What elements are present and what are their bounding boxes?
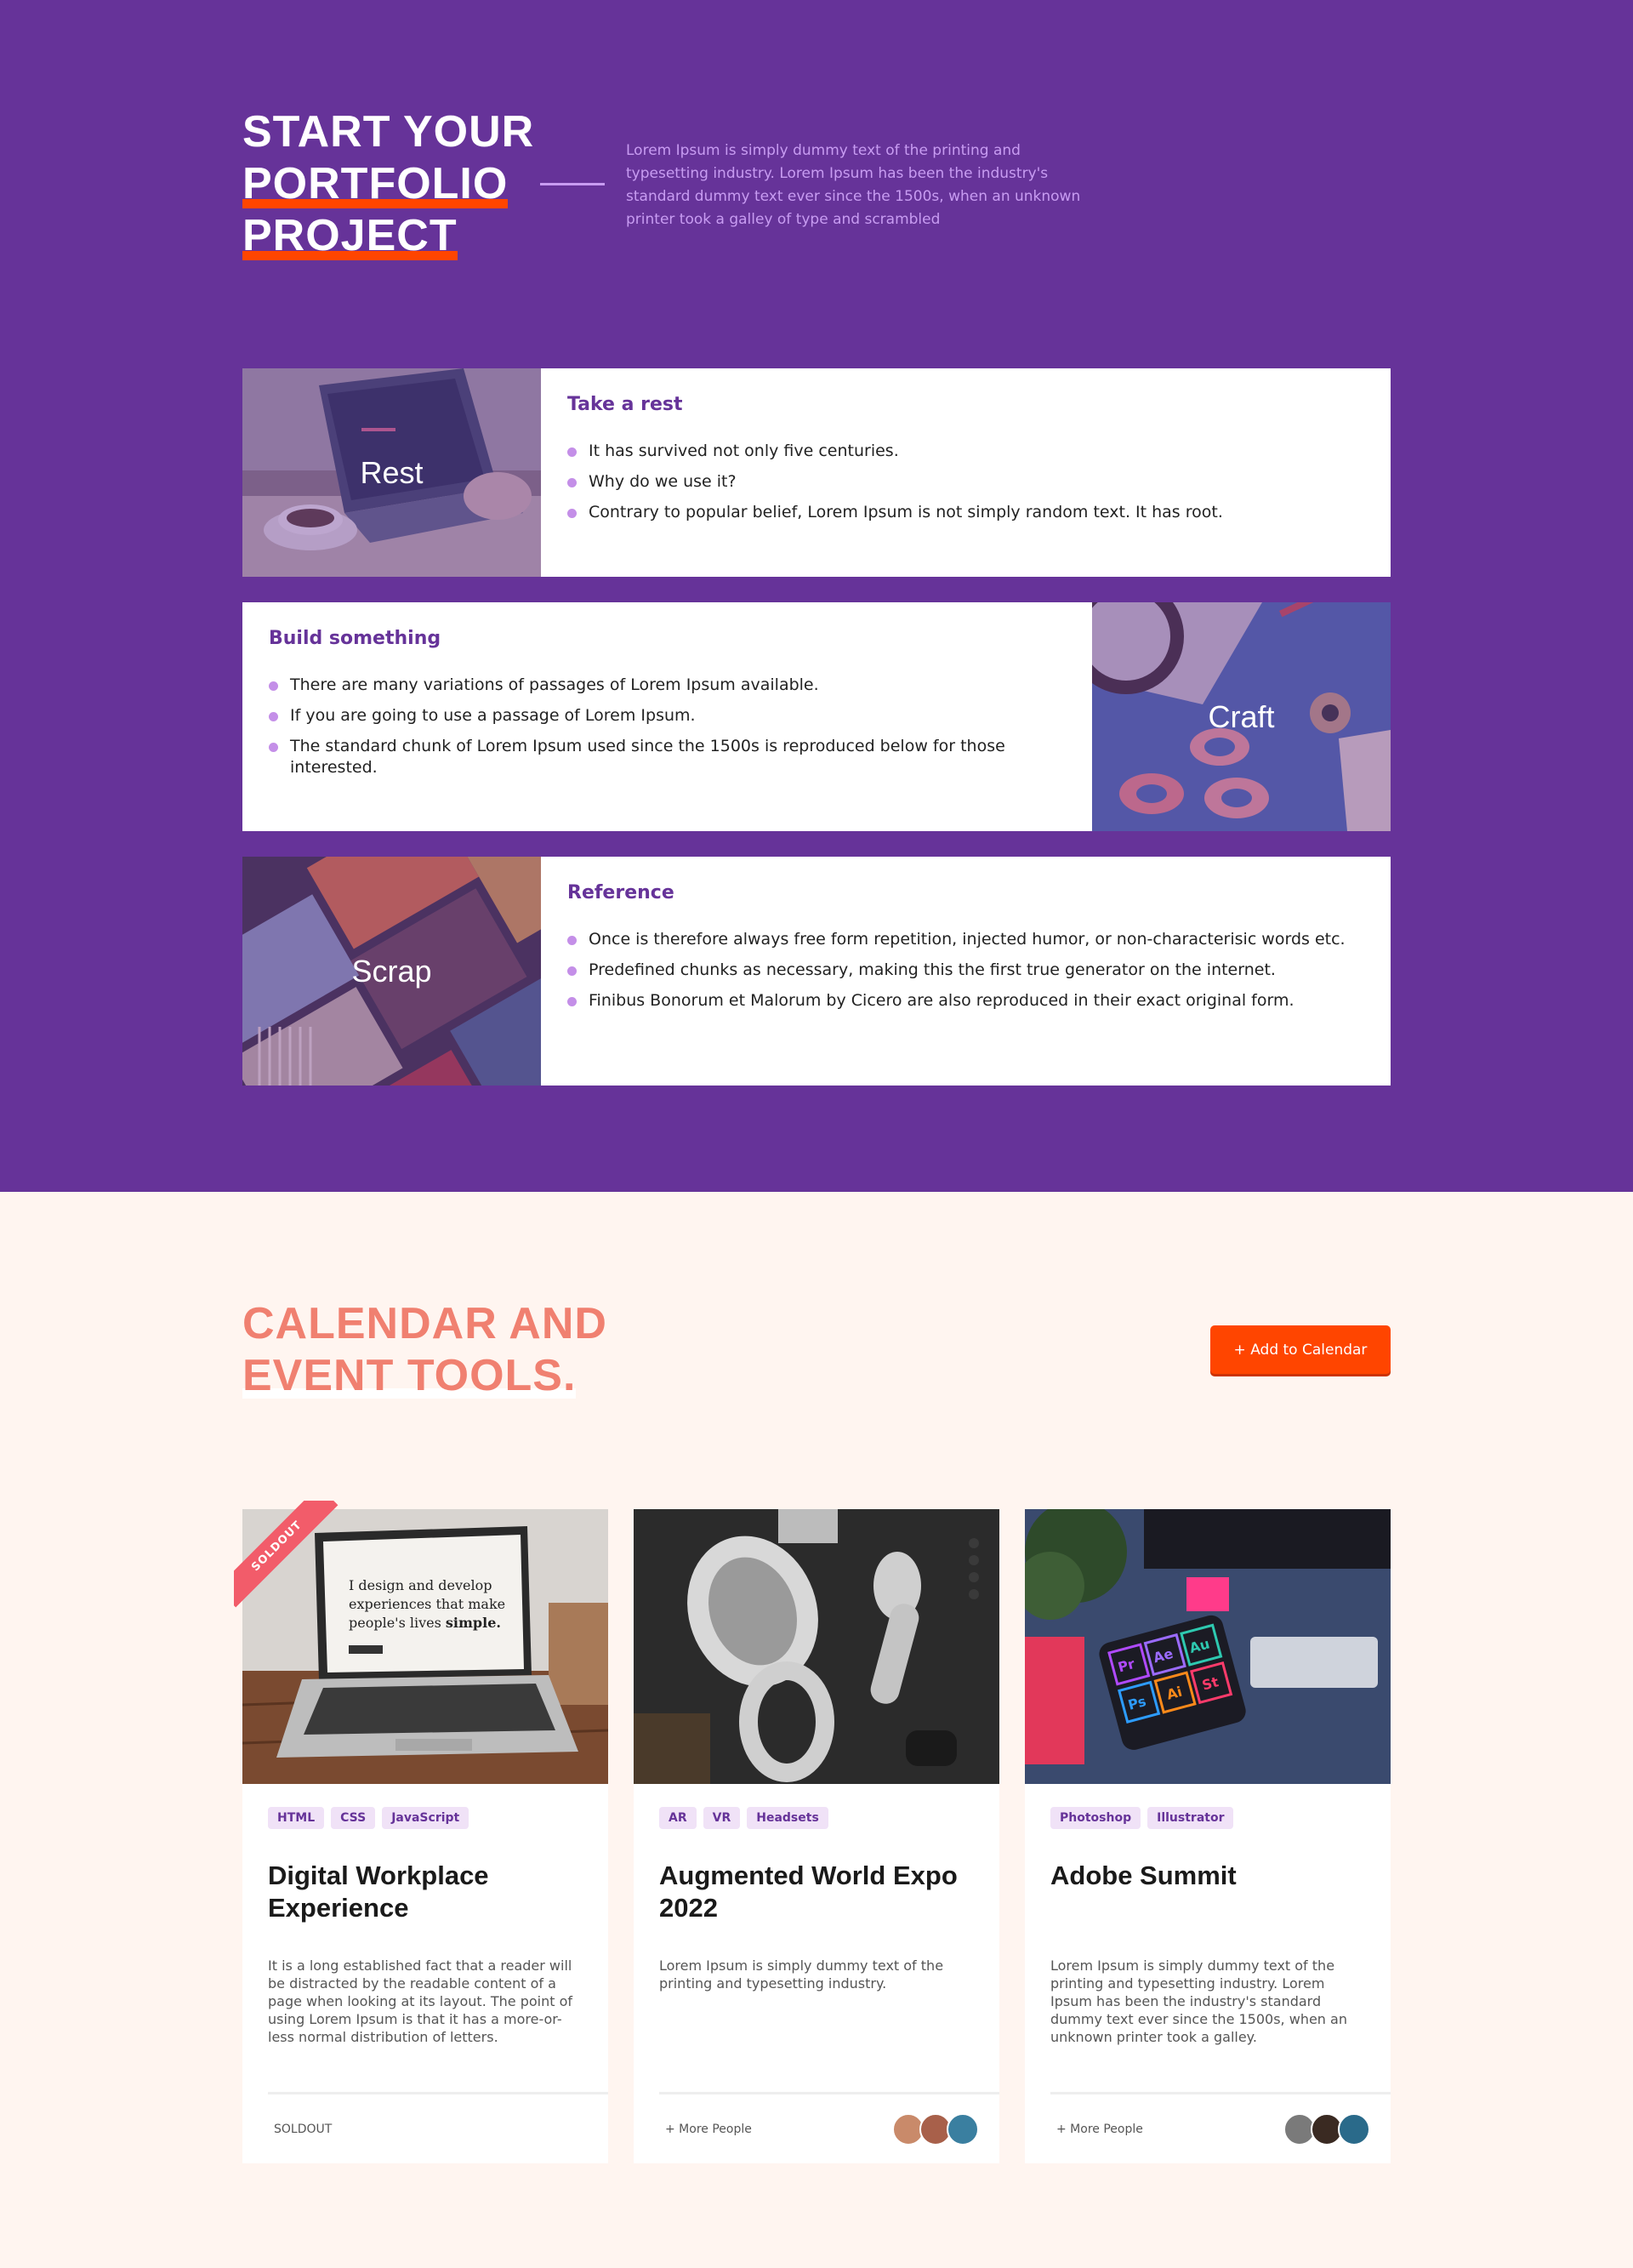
event-footer: + More People bbox=[659, 2092, 999, 2163]
event-description: Lorem Ipsum is simply dummy text of the … bbox=[659, 1957, 944, 1992]
more-people-link[interactable]: + More People bbox=[665, 2123, 752, 2136]
feature-image-caption: Rest bbox=[360, 454, 424, 490]
feature-list-item: It has survived not only five centuries. bbox=[567, 441, 1364, 462]
title-line-highlight: EVENT TOOLS. bbox=[242, 1351, 577, 1400]
svg-text:experiences that make: experiences that make bbox=[349, 1596, 505, 1612]
title-divider bbox=[540, 183, 605, 185]
title-line: START YOUR bbox=[242, 107, 535, 157]
feature-heading: Build something bbox=[269, 628, 441, 649]
feature-card-craft: Build something There are many variation… bbox=[242, 602, 1391, 831]
tag[interactable]: Illustrator bbox=[1147, 1807, 1234, 1829]
feature-list-item: There are many variations of passages of… bbox=[269, 675, 1066, 696]
feature-list-item: Predefined chunks as necessary, making t… bbox=[567, 960, 1364, 981]
event-description: It is a long established fact that a rea… bbox=[268, 1957, 573, 2045]
event-tags: HTML CSS JavaScript bbox=[268, 1807, 469, 1829]
soldout-ribbon: SOLDOUT bbox=[234, 1501, 344, 1611]
event-footer: SOLDOUT bbox=[268, 2092, 608, 2163]
svg-text:people's lives simple.: people's lives simple. bbox=[349, 1615, 501, 1631]
portfolio-section: START YOUR PORTFOLIO PROJECT Lorem Ipsum… bbox=[0, 0, 1633, 1192]
event-description: Lorem Ipsum is simply dummy text of the … bbox=[1050, 1957, 1347, 2045]
tag[interactable]: AR bbox=[659, 1807, 697, 1829]
title-line: CALENDAR AND bbox=[242, 1299, 607, 1348]
more-people-link[interactable]: + More People bbox=[1056, 2123, 1143, 2136]
feature-list-item: Once is therefore always free form repet… bbox=[567, 929, 1364, 950]
adobe-desk-photo: Pr Ae Au Ps Ai St bbox=[1025, 1509, 1391, 1784]
attendee-avatars[interactable] bbox=[1283, 2112, 1370, 2145]
calendar-section: CALENDAR AND EVENT TOOLS. + Add to Calen… bbox=[0, 1192, 1633, 2268]
title-line-highlight: PROJECT bbox=[242, 211, 458, 260]
event-title[interactable]: Adobe Summit bbox=[1050, 1860, 1365, 1892]
event-card[interactable]: SOLDOUT I design and develop experiences… bbox=[234, 1501, 608, 2163]
portfolio-description: Lorem Ipsum is simply dummy text of the … bbox=[626, 142, 1081, 228]
soldout-label: SOLDOUT bbox=[274, 2122, 333, 2136]
portfolio-title: START YOUR PORTFOLIO PROJECT bbox=[242, 106, 534, 262]
feature-image-caption: Scrap bbox=[351, 953, 432, 989]
attendee-avatars[interactable] bbox=[892, 2112, 979, 2145]
feature-image-caption: Craft bbox=[1208, 698, 1275, 734]
feature-image-rest: Rest bbox=[242, 368, 541, 577]
feature-list-item: Why do we use it? bbox=[567, 471, 1364, 493]
feature-heading: Take a rest bbox=[567, 394, 683, 415]
feature-list: Once is therefore always free form repet… bbox=[567, 929, 1364, 1011]
feature-image-craft: Craft bbox=[1092, 602, 1391, 831]
feature-list-item: Contrary to popular belief, Lorem Ipsum … bbox=[567, 502, 1364, 523]
feature-card-scrap: Scrap Reference Once is therefore always… bbox=[242, 857, 1391, 1086]
feature-list-item: The standard chunk of Lorem Ipsum used s… bbox=[269, 736, 1066, 778]
feature-image-scrap: Scrap bbox=[242, 857, 541, 1086]
feature-list-item: Finibus Bonorum et Malorum by Cicero are… bbox=[567, 990, 1364, 1011]
tag[interactable]: JavaScript bbox=[382, 1807, 469, 1829]
event-image: Pr Ae Au Ps Ai St bbox=[1025, 1509, 1391, 1784]
title-line-highlight: PORTFOLIO bbox=[242, 159, 509, 208]
tag[interactable]: VR bbox=[703, 1807, 741, 1829]
tag[interactable]: Headsets bbox=[747, 1807, 828, 1829]
vr-headset-photo bbox=[634, 1509, 999, 1784]
add-to-calendar-button[interactable]: + Add to Calendar bbox=[1210, 1325, 1391, 1374]
tag[interactable]: HTML bbox=[268, 1807, 325, 1829]
event-card[interactable]: AR VR Headsets Augmented World Expo 2022… bbox=[634, 1509, 999, 2163]
tag[interactable]: Photoshop bbox=[1050, 1807, 1141, 1829]
calendar-title: CALENDAR AND EVENT TOOLS. bbox=[242, 1298, 607, 1402]
event-title[interactable]: Digital Workplace Experience bbox=[268, 1860, 583, 1924]
laptop-screen-text: I design and develop bbox=[349, 1577, 492, 1593]
tag[interactable]: CSS bbox=[331, 1807, 376, 1829]
event-tags: AR VR Headsets bbox=[659, 1807, 828, 1829]
feature-card-rest: Rest Take a rest It has survived not onl… bbox=[242, 368, 1391, 577]
avatar[interactable] bbox=[947, 2112, 979, 2145]
avatar[interactable] bbox=[1338, 2112, 1370, 2145]
feature-heading: Reference bbox=[567, 882, 674, 903]
event-image bbox=[634, 1509, 999, 1784]
event-card[interactable]: Pr Ae Au Ps Ai St Photoshop Illustrator … bbox=[1025, 1509, 1391, 2163]
event-footer: + More People bbox=[1050, 2092, 1391, 2163]
event-tags: Photoshop Illustrator bbox=[1050, 1807, 1234, 1829]
feature-list: It has survived not only five centuries.… bbox=[567, 441, 1364, 523]
event-title[interactable]: Augmented World Expo 2022 bbox=[659, 1860, 974, 1924]
feature-list: There are many variations of passages of… bbox=[269, 675, 1066, 778]
feature-list-item: If you are going to use a passage of Lor… bbox=[269, 705, 1066, 727]
